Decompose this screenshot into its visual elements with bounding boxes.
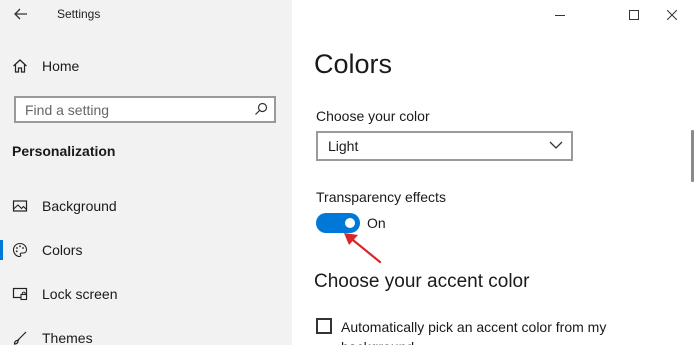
lock-screen-icon <box>12 287 28 301</box>
sidebar-item-themes[interactable]: Themes <box>0 324 292 345</box>
auto-accent-label: Automatically pick an accent color from … <box>341 319 607 345</box>
toggle-knob <box>345 218 355 228</box>
sidebar-item-label: Themes <box>42 330 93 345</box>
sidebar-item-label: Background <box>42 198 117 214</box>
annotation-arrow-icon <box>344 233 382 264</box>
transparency-label: Transparency effects <box>316 189 446 205</box>
search-input[interactable] <box>25 101 245 118</box>
sidebar: Settings Home Personalization Background… <box>0 0 292 345</box>
home-nav-item[interactable]: Home <box>12 55 79 77</box>
choose-color-dropdown[interactable]: Light <box>316 131 573 161</box>
search-box[interactable] <box>14 96 276 123</box>
sidebar-item-label: Lock screen <box>42 286 118 302</box>
back-arrow-icon <box>14 8 27 20</box>
close-button[interactable] <box>649 0 695 30</box>
sidebar-item-lock-screen[interactable]: Lock screen <box>0 280 292 308</box>
content-pane: Colors Choose your color Light Transpare… <box>292 0 697 345</box>
home-label: Home <box>42 58 80 74</box>
choose-color-label: Choose your color <box>316 108 430 124</box>
sidebar-item-label: Colors <box>42 242 83 258</box>
close-icon <box>667 10 677 20</box>
minimize-button[interactable] <box>537 0 583 30</box>
minimize-icon <box>555 15 565 16</box>
maximize-icon <box>629 10 639 20</box>
chevron-down-icon <box>549 141 563 149</box>
sidebar-item-background[interactable]: Background <box>0 192 292 220</box>
auto-accent-checkbox[interactable] <box>316 318 332 334</box>
back-button[interactable] <box>10 2 32 26</box>
toggle-state-label: On <box>367 215 386 231</box>
app-title: Settings <box>57 7 101 21</box>
home-icon <box>13 59 27 73</box>
palette-icon <box>12 242 28 258</box>
page-title: Colors <box>314 49 393 79</box>
picture-icon <box>12 200 28 212</box>
sidebar-item-colors[interactable]: Colors <box>0 236 292 264</box>
selection-indicator <box>0 240 3 260</box>
section-heading: Personalization <box>12 143 116 159</box>
search-icon[interactable] <box>254 102 268 116</box>
accent-color-heading: Choose your accent color <box>314 271 530 292</box>
dropdown-value: Light <box>328 138 359 154</box>
scrollbar-thumb[interactable] <box>691 130 694 182</box>
brush-icon <box>13 331 27 345</box>
